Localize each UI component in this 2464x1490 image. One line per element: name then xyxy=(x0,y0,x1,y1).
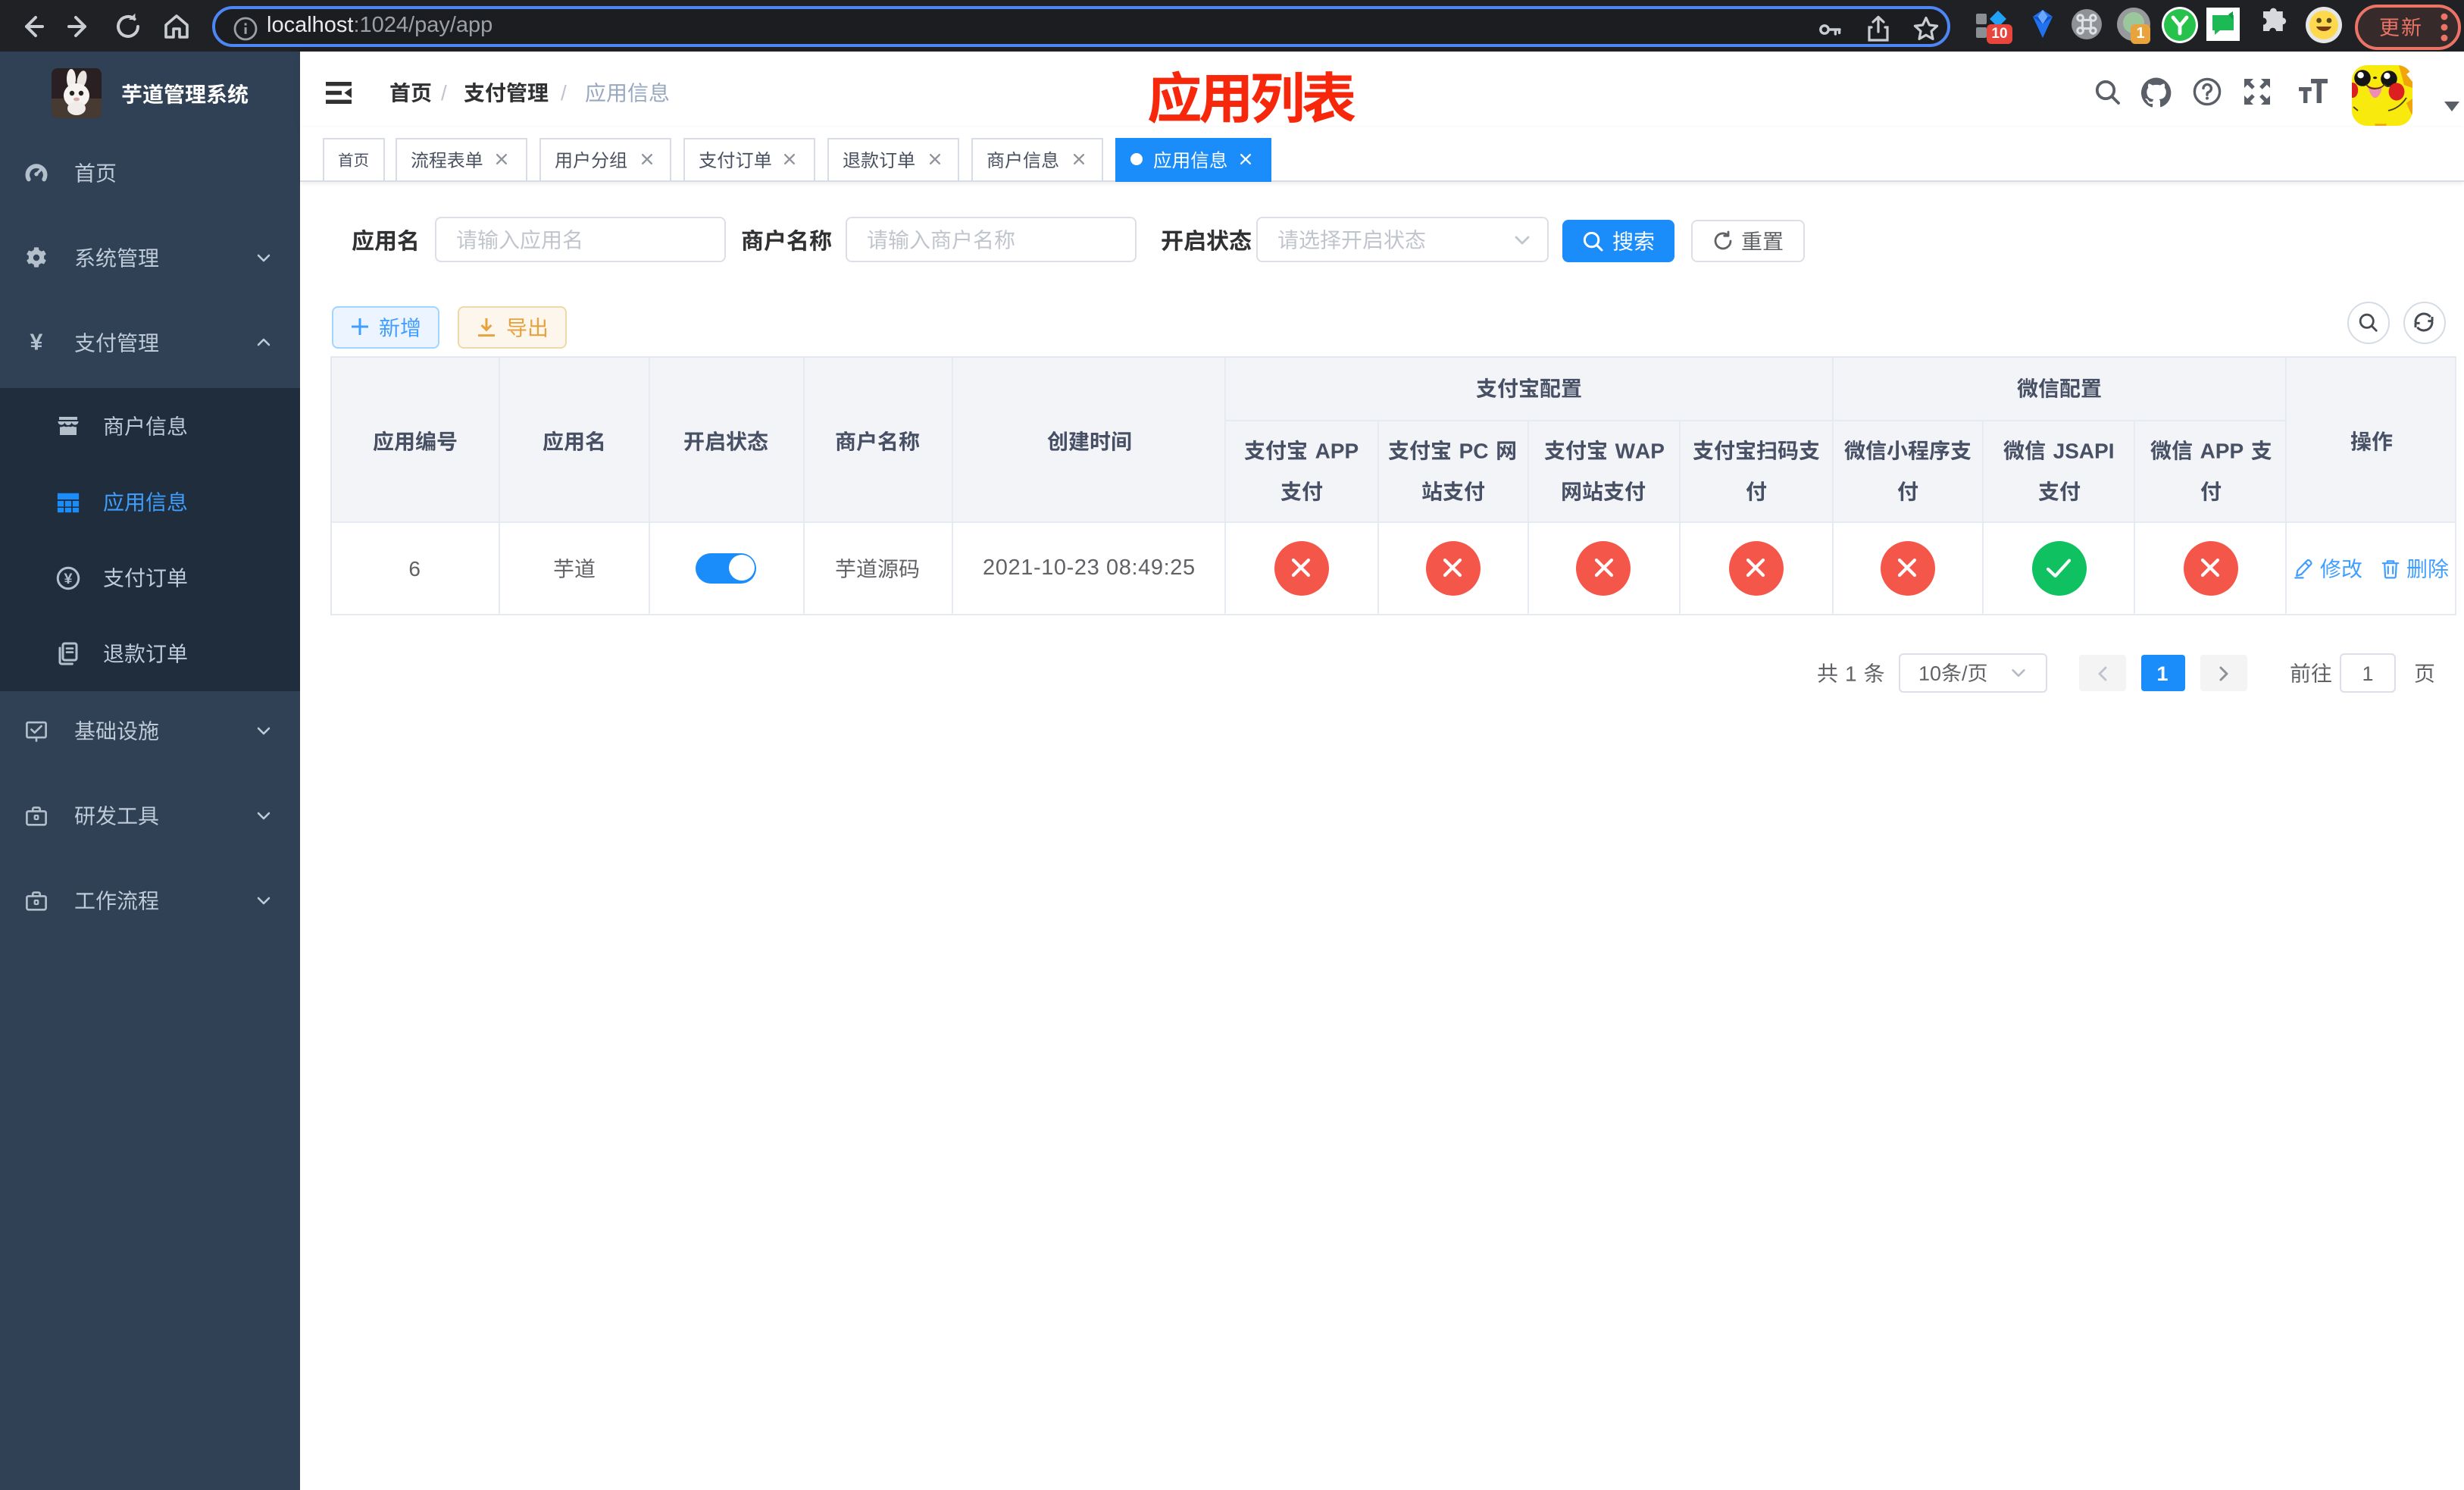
svg-text:¥: ¥ xyxy=(30,330,43,355)
svg-text:¥: ¥ xyxy=(64,570,73,587)
